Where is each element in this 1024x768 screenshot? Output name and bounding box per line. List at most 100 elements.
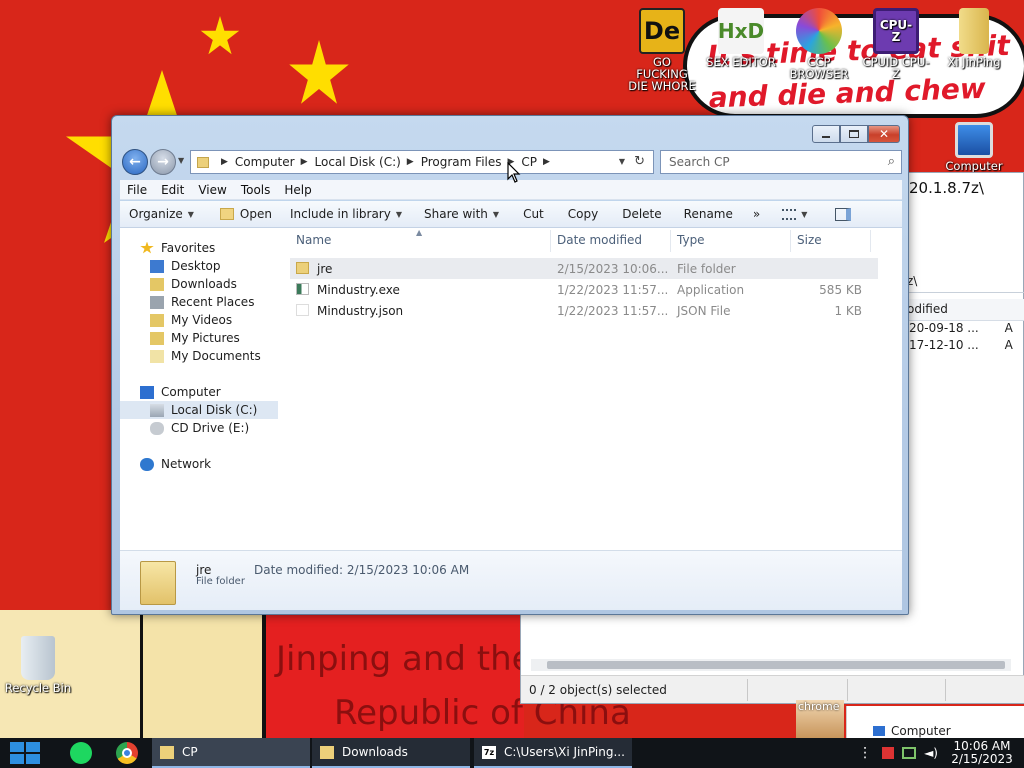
maximize-button[interactable] xyxy=(840,125,868,143)
start-button[interactable] xyxy=(10,741,42,765)
flag-icon[interactable] xyxy=(882,747,895,759)
nav-label: Desktop xyxy=(171,259,221,273)
file-row-mindustry-json[interactable]: Mindustry.json 1/22/2023 11:57... JSON F… xyxy=(290,300,878,321)
folder-icon xyxy=(296,262,309,274)
background-explorer-side[interactable]: Computer xyxy=(846,706,1024,738)
arrow-left-icon: ← xyxy=(129,154,141,170)
address-history-dropdown[interactable]: ▼ xyxy=(619,157,625,166)
status-divider xyxy=(847,679,848,701)
nav-label: Favorites xyxy=(161,241,216,255)
menu-help[interactable]: Help xyxy=(277,183,318,197)
explorer-window[interactable]: ✕ ← → ▼ ▶ Computer ▶ Local Disk (C:) ▶ P… xyxy=(111,115,909,615)
column-date-modified[interactable]: Date modified xyxy=(557,233,642,247)
search-input[interactable]: Search CP xyxy=(669,155,730,169)
volume-icon[interactable]: ◄) xyxy=(924,746,938,760)
7zip-row-attr: A xyxy=(1004,338,1013,352)
desktop-icon-recycle-bin[interactable]: Recycle Bin xyxy=(2,636,74,694)
taskbar-item-7zip[interactable]: 7z C:\Users\Xi JinPing... xyxy=(474,738,632,768)
file-name: Mindustry.json xyxy=(317,304,404,318)
7zip-hscrollbar[interactable] xyxy=(531,659,1011,671)
column-divider[interactable] xyxy=(550,230,551,252)
column-size[interactable]: Size xyxy=(797,233,822,247)
network-tray-icon[interactable] xyxy=(902,747,917,759)
open-button[interactable]: Open xyxy=(211,207,281,221)
desktop-icon-user-folder[interactable]: Xi JinPing xyxy=(938,8,1010,68)
nav-my-pictures[interactable]: My Pictures xyxy=(150,329,308,347)
include-in-library-button[interactable]: Include in library ▼ xyxy=(281,207,411,221)
back-button[interactable]: ← xyxy=(122,149,148,175)
rename-button[interactable]: Rename xyxy=(675,207,742,221)
taskbar: CP Downloads 7z C:\Users\Xi JinPing... ⋮… xyxy=(0,738,1024,768)
view-list-icon xyxy=(782,208,797,220)
more-commands-button[interactable]: » xyxy=(744,207,769,221)
desktop-icon-ccp-browser[interactable]: CCP BROWSER xyxy=(783,8,855,80)
videos-folder-icon xyxy=(150,313,164,327)
column-name[interactable]: Name xyxy=(296,233,331,247)
7zip-row[interactable]: 20-09-18 ... A xyxy=(909,321,1013,335)
column-type[interactable]: Type xyxy=(677,233,705,247)
menu-file[interactable]: File xyxy=(120,183,154,197)
recent-pages-dropdown[interactable]: ▼ xyxy=(178,156,184,165)
nav-favorites[interactable]: Favorites xyxy=(140,239,298,257)
7zip-icon: 7z xyxy=(482,745,496,759)
nav-cd-drive[interactable]: CD Drive (E:) xyxy=(150,419,308,437)
preview-pane-button[interactable] xyxy=(826,207,860,221)
pinned-spotify[interactable] xyxy=(70,742,92,764)
forward-button[interactable]: → xyxy=(150,149,176,175)
window-caption-buttons: ✕ xyxy=(812,125,900,143)
menu-tools[interactable]: Tools xyxy=(234,183,278,197)
nav-computer[interactable]: Computer xyxy=(140,383,298,401)
close-button[interactable]: ✕ xyxy=(868,125,900,143)
change-view-button[interactable]: ▼ xyxy=(773,208,816,220)
pinned-chrome[interactable] xyxy=(116,742,138,764)
nav-network[interactable]: Network xyxy=(140,455,298,473)
organize-button[interactable]: Organize ▼ xyxy=(120,207,203,221)
delete-button[interactable]: Delete xyxy=(613,207,670,221)
breadcrumb-item-computer[interactable]: Computer xyxy=(235,155,295,169)
address-bar[interactable]: ▶ Computer ▶ Local Disk (C:) ▶ Program F… xyxy=(190,150,654,174)
nav-my-videos[interactable]: My Videos xyxy=(150,311,308,329)
breadcrumb-item-local-disk[interactable]: Local Disk (C:) xyxy=(315,155,401,169)
share-with-button[interactable]: Share with ▼ xyxy=(415,207,508,221)
search-icon[interactable]: ⌕ xyxy=(888,154,895,169)
minimize-button[interactable] xyxy=(812,125,840,143)
nav-desktop[interactable]: Desktop xyxy=(150,257,308,275)
copy-button[interactable]: Copy xyxy=(559,207,607,221)
column-divider[interactable] xyxy=(670,230,671,252)
star-icon xyxy=(140,241,154,254)
column-divider[interactable] xyxy=(870,230,871,252)
chevron-right-icon[interactable]: ▶ xyxy=(543,157,550,167)
nav-recent-places[interactable]: Recent Places xyxy=(150,293,308,311)
taskbar-item-downloads[interactable]: Downloads xyxy=(312,738,470,768)
nav-label: My Videos xyxy=(171,313,233,327)
chevron-right-icon[interactable]: ▶ xyxy=(407,157,414,167)
file-name: Mindustry.exe xyxy=(317,283,400,297)
desktop-icon-computer[interactable]: Computer xyxy=(938,122,1010,172)
7zip-hscroll-thumb[interactable] xyxy=(547,661,1005,669)
desktop-icon-die[interactable]: De GO FUCKING DIE WHORE xyxy=(626,8,698,92)
desktop-icon-cpuz[interactable]: CPU-Z CPUID CPU-Z xyxy=(860,8,932,80)
taskbar-item-cp[interactable]: CP xyxy=(152,738,310,768)
nav-my-documents[interactable]: My Documents xyxy=(150,347,308,365)
chevron-right-icon[interactable]: ▶ xyxy=(301,157,308,167)
chevron-right-icon[interactable]: ▶ xyxy=(221,157,228,167)
cut-button[interactable]: Cut xyxy=(514,207,553,221)
nav-local-disk[interactable]: Local Disk (C:) xyxy=(120,401,278,419)
file-row-jre[interactable]: jre 2/15/2023 10:06... File folder xyxy=(290,258,878,279)
chrome-label: chrome xyxy=(798,700,840,713)
file-row-mindustry-exe[interactable]: Mindustry.exe 1/22/2023 11:57... Applica… xyxy=(290,279,878,300)
refresh-icon[interactable]: ↻ xyxy=(634,154,645,169)
menu-view[interactable]: View xyxy=(191,183,233,197)
column-divider[interactable] xyxy=(790,230,791,252)
network-icon xyxy=(140,457,154,471)
breadcrumb-item-cp[interactable]: CP xyxy=(521,155,537,169)
clock[interactable]: 10:06 AM 2/15/2023 xyxy=(940,740,1024,766)
chrome-desktop-fragment[interactable]: chrome xyxy=(796,700,844,738)
menu-edit[interactable]: Edit xyxy=(154,183,191,197)
breadcrumb-item-program-files[interactable]: Program Files xyxy=(421,155,502,169)
7zip-row[interactable]: 17-12-10 ... A xyxy=(909,338,1013,352)
tray-overflow-icon[interactable]: ⋮ xyxy=(858,745,872,761)
desktop-icon-hxd[interactable]: HxD SEX EDITOR xyxy=(705,8,777,68)
search-box[interactable]: Search CP ⌕ xyxy=(660,150,902,174)
nav-downloads[interactable]: Downloads xyxy=(150,275,308,293)
